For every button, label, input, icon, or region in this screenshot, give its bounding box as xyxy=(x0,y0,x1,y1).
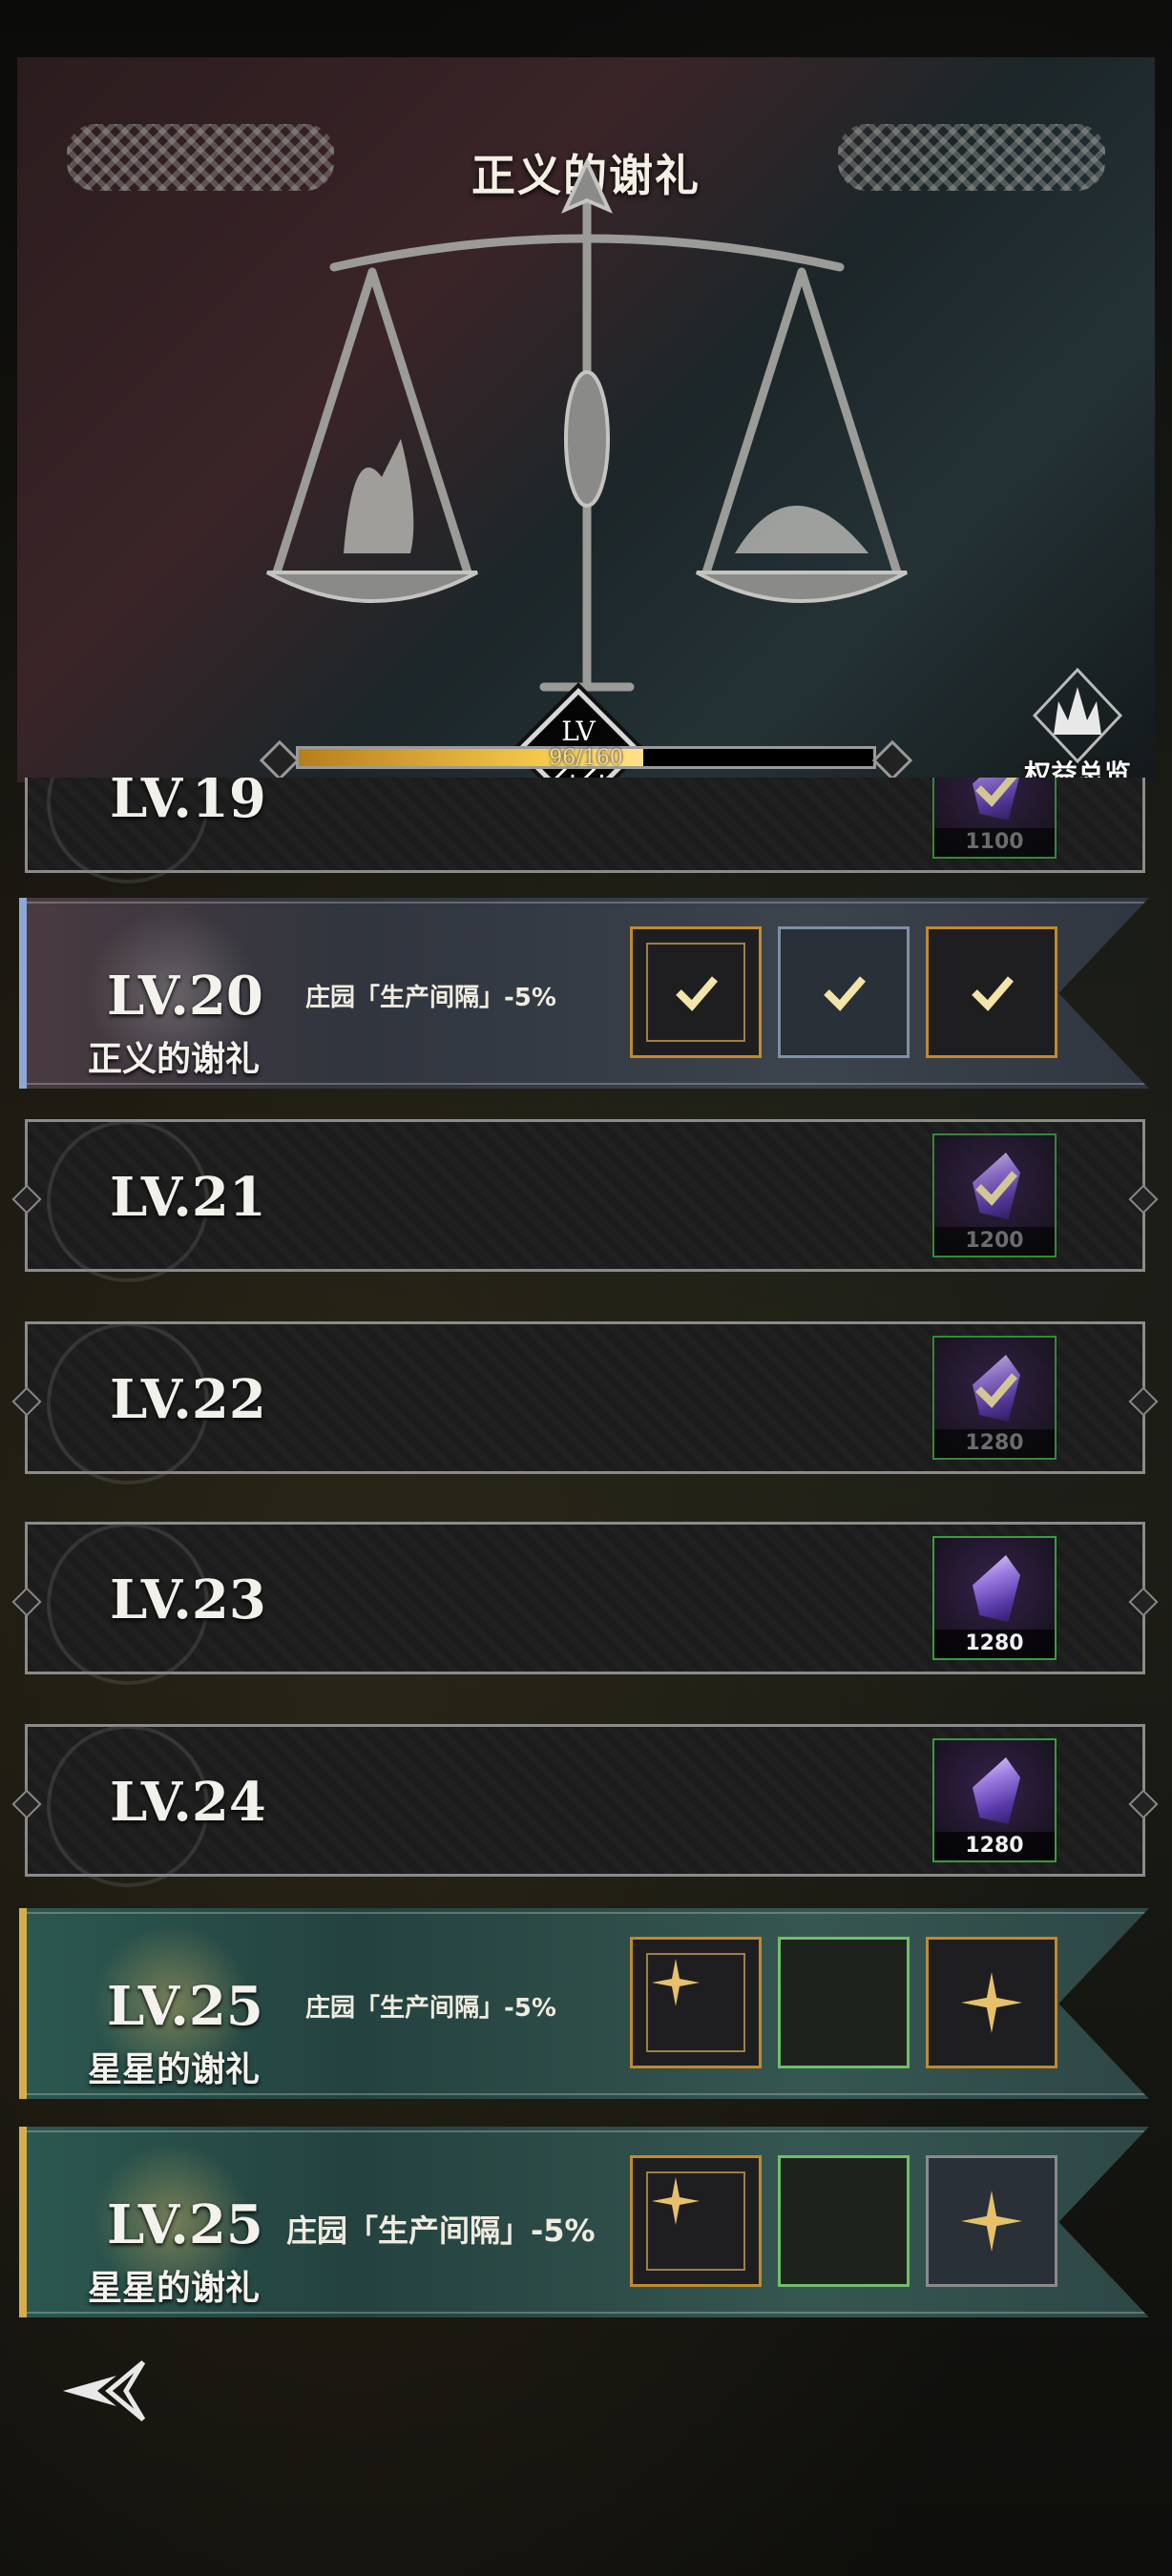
gem-amount: 1100 xyxy=(934,828,1055,857)
gem-reward[interactable]: 1200 xyxy=(932,1133,1057,1257)
back-arrow-icon[interactable] xyxy=(59,2357,151,2425)
gem-reward[interactable]: 1100 xyxy=(932,778,1057,859)
reward-banner-lv25-alt[interactable]: LV.25 星星的谢礼 庄园「生产间隔」-5% xyxy=(19,2127,1149,2317)
row-level: LV.24 xyxy=(110,1771,266,1834)
purple-crystal-icon xyxy=(973,1555,1020,1622)
checkmark-icon xyxy=(975,1373,1018,1408)
row-level: LV.21 xyxy=(110,1166,266,1229)
progress-bar: 96/160 xyxy=(296,746,876,769)
reward-avatar-frame[interactable] xyxy=(778,926,910,1058)
level-progress: 96/160 xyxy=(258,739,914,781)
compass-star-icon xyxy=(961,1972,1022,2033)
reward-avatar-frame[interactable] xyxy=(778,1937,910,2068)
reward-row-lv22[interactable]: LV.22 1280 xyxy=(11,1321,1159,1485)
banner-stripe xyxy=(19,1908,27,2099)
reward-avatar-frame[interactable] xyxy=(778,2155,910,2287)
row-level: LV.19 xyxy=(110,778,266,830)
reward-emblem[interactable] xyxy=(926,926,1057,1058)
reward-emblem[interactable] xyxy=(926,1937,1057,2068)
pass-header: 正义的谢礼 LV 22 权益总览 xyxy=(0,57,1172,782)
gem-amount: 1280 xyxy=(934,1630,1055,1658)
gem-reward[interactable]: 1280 xyxy=(932,1336,1057,1460)
gem-amount: 1280 xyxy=(934,1429,1055,1458)
banner-title: 正义的谢礼 xyxy=(88,1040,261,1079)
progress-text: 96/160 xyxy=(549,746,623,770)
gem-reward[interactable]: 1280 xyxy=(932,1738,1057,1862)
banner-stripe xyxy=(19,898,27,1089)
gem-amount: 1280 xyxy=(934,1832,1055,1860)
reward-row-lv21[interactable]: LV.21 1200 xyxy=(11,1119,1159,1282)
checkmark-icon xyxy=(975,1171,1018,1206)
purple-crystal-icon xyxy=(973,1757,1020,1824)
reward-row-lv24[interactable]: LV.24 1280 xyxy=(11,1724,1159,1887)
checkmark-icon xyxy=(676,976,719,1011)
row-level: LV.22 xyxy=(110,1368,266,1431)
balance-scale-icon xyxy=(266,157,908,692)
benefits-overview-button[interactable]: 权益总览 xyxy=(1019,668,1136,782)
reward-frame[interactable] xyxy=(630,2155,762,2287)
reward-list[interactable]: LV.19 1100 LV.20 正义的谢礼 庄园「生产间隔」-5% LV.21 xyxy=(0,778,1172,2323)
reward-frame[interactable] xyxy=(630,1937,762,2068)
compass-star-icon xyxy=(961,2191,1022,2252)
row-level: LV.23 xyxy=(110,1568,266,1631)
banner-desc: 庄园「生产间隔」-5% xyxy=(286,2212,596,2249)
gem-amount: 1200 xyxy=(934,1227,1055,1256)
reward-banner-lv25[interactable]: LV.25 星星的谢礼 庄园「生产间隔」-5% xyxy=(19,1908,1149,2099)
banner-stripe xyxy=(19,2127,27,2317)
checkmark-icon xyxy=(975,778,1017,807)
banner-desc: 庄园「生产间隔」-5% xyxy=(305,984,556,1012)
reward-frame[interactable] xyxy=(630,926,762,1058)
reward-row-lv19[interactable]: LV.19 1100 xyxy=(25,778,1145,883)
crown-icon xyxy=(1032,668,1123,763)
banner-title: 星星的谢礼 xyxy=(88,2050,261,2089)
banner-level: LV.25 xyxy=(107,1975,263,2038)
gem-reward[interactable]: 1280 xyxy=(932,1536,1057,1660)
reward-emblem[interactable] xyxy=(926,2155,1057,2287)
banner-title: 星星的谢礼 xyxy=(88,2269,261,2308)
reward-banner-lv20[interactable]: LV.20 正义的谢礼 庄园「生产间隔」-5% xyxy=(19,898,1149,1089)
reward-row-lv23[interactable]: LV.23 1280 xyxy=(11,1522,1159,1685)
checkmark-icon xyxy=(972,976,1015,1011)
checkmark-icon xyxy=(824,976,867,1011)
banner-desc: 庄园「生产间隔」-5% xyxy=(305,1994,556,2023)
banner-level: LV.20 xyxy=(107,965,263,1028)
banner-level: LV.25 xyxy=(107,2193,263,2256)
